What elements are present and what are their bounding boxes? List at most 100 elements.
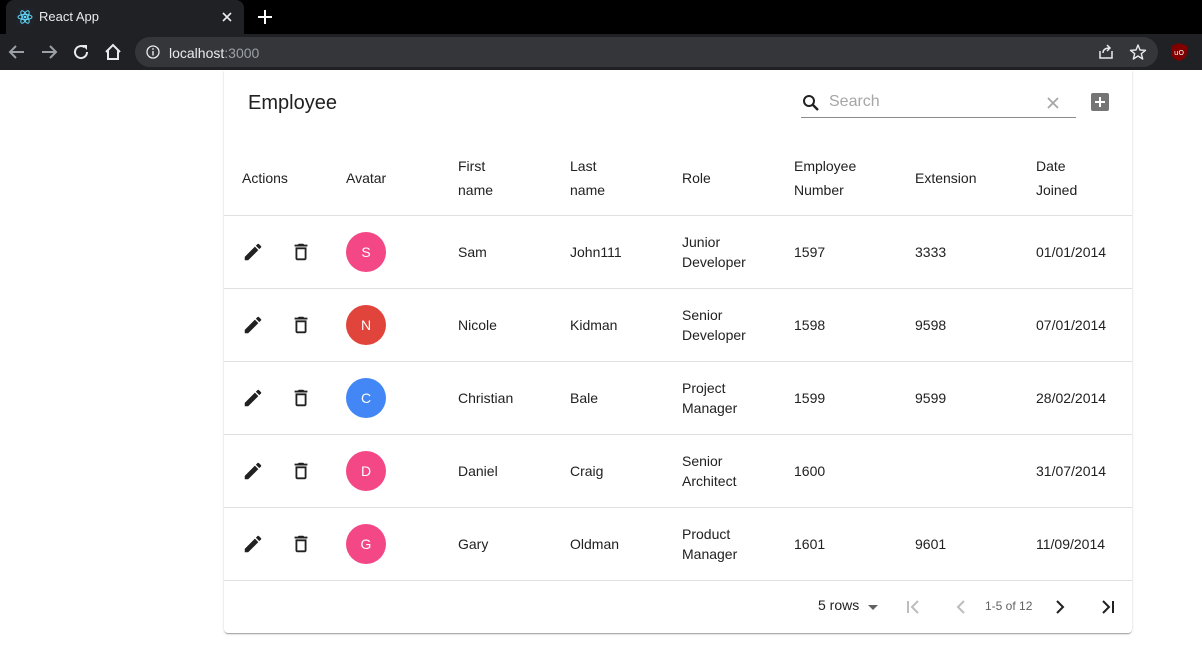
- bookmark-star-icon[interactable]: [1129, 43, 1147, 61]
- table-header-row: Actions Avatar First name Last name Role E…: [224, 140, 1132, 216]
- column-header-line1: Actions: [242, 170, 288, 186]
- cell-text: 9601: [915, 536, 947, 552]
- dropdown-caret-icon[interactable]: [868, 605, 878, 610]
- first-name-cell: Christian: [458, 362, 548, 434]
- next-page-icon[interactable]: [1050, 597, 1070, 617]
- avatar: C: [346, 378, 386, 418]
- pagination-bar: 5 rows 1-5 of 12: [224, 581, 1132, 633]
- edit-icon[interactable]: [242, 241, 264, 263]
- column-header-extension[interactable]: Extension: [915, 140, 1005, 216]
- delete-icon[interactable]: [290, 314, 312, 336]
- ublock-extension-icon[interactable]: uO: [1170, 42, 1188, 62]
- cell-text: 1597: [794, 244, 826, 260]
- browser-toolbar: localhost:3000 uO: [0, 34, 1202, 70]
- table-row: C Christian Bale 1599 9599 28/02/2014 Project M…: [224, 362, 1132, 435]
- last-name-cell: John111: [570, 216, 660, 288]
- new-tab-icon[interactable]: [255, 7, 275, 27]
- info-icon[interactable]: [146, 45, 160, 59]
- column-header-last-name[interactable]: Last name: [570, 140, 660, 216]
- cell-text: Kidman: [570, 317, 618, 333]
- column-header-avatar[interactable]: Avatar: [346, 140, 436, 216]
- browser-tabstrip: React App: [0, 0, 1202, 34]
- forward-icon[interactable]: [39, 42, 59, 62]
- role-cell: Senior Architect: [682, 435, 772, 507]
- edit-icon[interactable]: [242, 387, 264, 409]
- reload-icon[interactable]: [71, 42, 91, 62]
- home-icon[interactable]: [103, 42, 123, 62]
- employee-number-cell: 1598: [794, 289, 884, 361]
- rows-per-page-select[interactable]: 5 rows: [818, 597, 859, 613]
- employee-number-cell: 1601: [794, 508, 884, 580]
- cell-text: 28/02/2014: [1036, 390, 1107, 406]
- column-header-actions[interactable]: Actions: [242, 140, 332, 216]
- first-page-icon[interactable]: [903, 597, 923, 617]
- column-header-line1: Last: [570, 158, 597, 174]
- cell-text: Sam: [458, 244, 487, 260]
- cell-text: Nicole: [458, 317, 497, 333]
- column-header-line1: Date: [1036, 158, 1066, 174]
- avatar-initial: S: [361, 244, 371, 260]
- search-field[interactable]: [801, 88, 1076, 118]
- share-icon[interactable]: [1097, 43, 1115, 61]
- search-icon: [803, 95, 819, 111]
- close-tab-icon[interactable]: [218, 8, 236, 26]
- cell-text: 31/07/2014: [1036, 463, 1107, 479]
- last-page-icon[interactable]: [1098, 597, 1118, 617]
- column-header-line2: Joined: [1036, 182, 1078, 198]
- role-line2: Manager: [682, 546, 738, 562]
- back-icon[interactable]: [7, 42, 27, 62]
- column-header-role[interactable]: Role: [682, 140, 772, 216]
- delete-icon[interactable]: [290, 460, 312, 482]
- svg-text:uO: uO: [1174, 49, 1184, 57]
- last-name-cell: Oldman: [570, 508, 660, 580]
- cell-text: Oldman: [570, 536, 620, 552]
- cell-text: 01/01/2014: [1036, 244, 1107, 260]
- date-joined-cell: 11/09/2014: [1036, 508, 1126, 580]
- cell-text: 9598: [915, 317, 947, 333]
- cell-text: Craig: [570, 463, 604, 479]
- browser-tab[interactable]: React App: [6, 0, 244, 34]
- table-row: D Daniel Craig 1600 31/07/2014 Senior Architec…: [224, 435, 1132, 508]
- role-line1: Project: [682, 380, 726, 396]
- employee-number-cell: 1597: [794, 216, 884, 288]
- add-row-icon[interactable]: [1090, 92, 1110, 112]
- cell-text: 1600: [794, 463, 826, 479]
- delete-icon[interactable]: [290, 241, 312, 263]
- react-logo-icon: [16, 8, 34, 26]
- extension-cell: 3333: [915, 216, 1005, 288]
- table-row: S Sam John111 1597 3333 01/01/2014 Junior Devel…: [224, 216, 1132, 289]
- search-input[interactable]: [829, 90, 1039, 114]
- delete-icon[interactable]: [290, 533, 312, 555]
- role-cell: Junior Developer: [682, 216, 772, 288]
- extension-cell: [915, 435, 1005, 507]
- cell-text: Christian: [458, 390, 514, 406]
- delete-icon[interactable]: [290, 387, 312, 409]
- url-text[interactable]: localhost:3000: [169, 45, 259, 61]
- date-joined-cell: 01/01/2014: [1036, 216, 1126, 288]
- column-header-line1: First: [458, 158, 486, 174]
- role-line2: Manager: [682, 400, 738, 416]
- cell-text: Bale: [570, 390, 599, 406]
- date-joined-cell: 28/02/2014: [1036, 362, 1126, 434]
- edit-icon[interactable]: [242, 314, 264, 336]
- edit-icon[interactable]: [242, 533, 264, 555]
- extension-cell: 9599: [915, 362, 1005, 434]
- clear-search-icon[interactable]: [1043, 93, 1063, 113]
- employee-number-cell: 1600: [794, 435, 884, 507]
- date-joined-cell: 07/01/2014: [1036, 289, 1126, 361]
- column-header-employee-number[interactable]: Employee Number: [794, 140, 884, 216]
- date-joined-cell: 31/07/2014: [1036, 435, 1126, 507]
- table-row: G Gary Oldman 1601 9601 11/09/2014 Product Mana…: [224, 508, 1132, 581]
- cell-text: 07/01/2014: [1036, 317, 1107, 333]
- address-bar[interactable]: localhost:3000: [135, 37, 1158, 67]
- previous-page-icon[interactable]: [951, 597, 971, 617]
- tab-title: React App: [39, 9, 99, 24]
- column-header-date-joined[interactable]: Date Joined: [1036, 140, 1126, 216]
- column-header-first-name[interactable]: First name: [458, 140, 548, 216]
- avatar: S: [346, 232, 386, 272]
- cell-text: 1601: [794, 536, 826, 552]
- cell-text: 11/09/2014: [1036, 536, 1106, 552]
- avatar: D: [346, 451, 386, 491]
- table-title: Employee: [248, 92, 337, 114]
- edit-icon[interactable]: [242, 460, 264, 482]
